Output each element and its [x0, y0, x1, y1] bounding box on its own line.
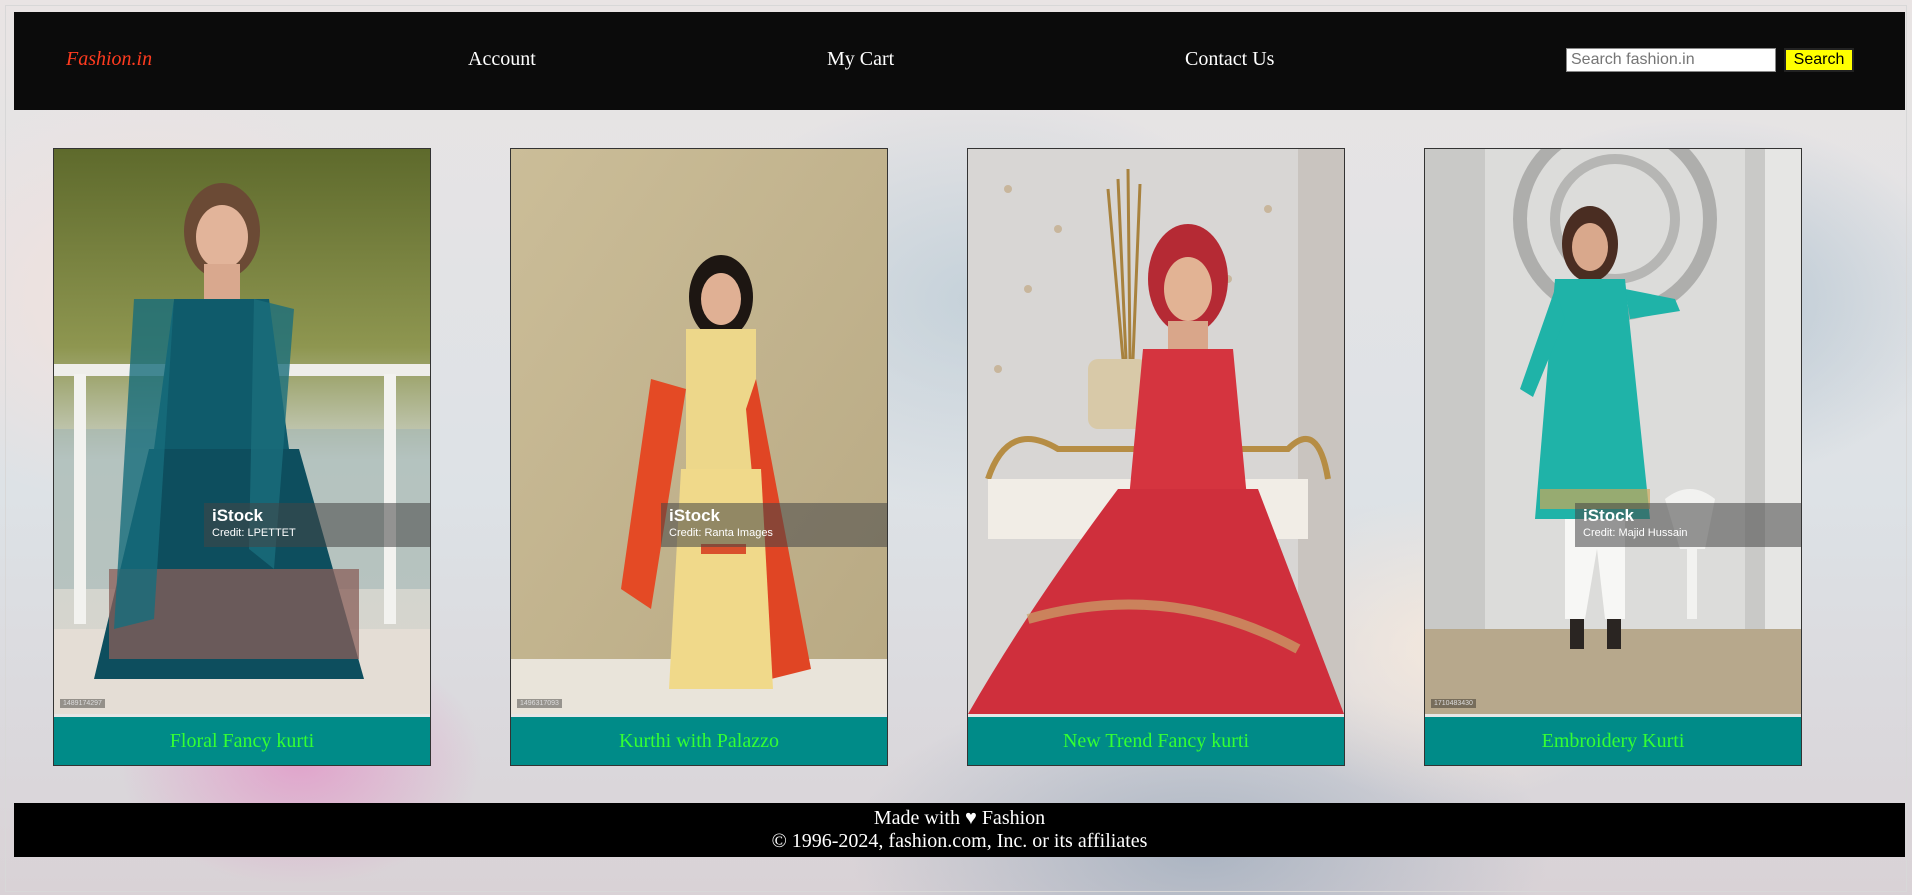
stock-id: 1496317093: [517, 699, 562, 708]
footer-copyright: © 1996-2024, fashion.com, Inc. or its af…: [771, 830, 1148, 852]
product-title[interactable]: New Trend Fancy kurti: [968, 717, 1344, 765]
search-button[interactable]: Search: [1784, 48, 1854, 72]
product-image-kurthi-palazzo[interactable]: iStock Credit: Ranta Images 1496317093: [511, 149, 887, 714]
watermark-brand: iStock: [212, 506, 264, 525]
product-card[interactable]: iStock Credit: Majid Hussain 1710483430 …: [1424, 148, 1802, 766]
watermark-credit: Credit: LPETTET: [212, 527, 296, 539]
product-title[interactable]: Kurthi with Palazzo: [511, 717, 887, 765]
site-logo[interactable]: Fashion.in: [66, 48, 152, 71]
product-card[interactable]: iStock Credit: LPETTET 1489174297 Floral…: [53, 148, 431, 766]
stock-id: 1489174297: [60, 699, 105, 708]
search-input[interactable]: [1566, 48, 1776, 72]
product-photo: [54, 149, 430, 714]
product-title[interactable]: Embroidery Kurti: [1425, 717, 1801, 765]
watermark-brand: iStock: [669, 506, 721, 525]
top-navbar: Fashion.in Account My Cart Contact Us Se…: [14, 12, 1905, 110]
page-footer: Made with ♥ Fashion © 1996-2024, fashion…: [14, 803, 1905, 857]
watermark-credit: Credit: Ranta Images: [669, 527, 773, 539]
image-watermark: iStock Credit: Ranta Images: [661, 503, 887, 547]
product-photo: [968, 149, 1344, 714]
nav-contact-link[interactable]: Contact Us: [1185, 48, 1274, 71]
nav-account-link[interactable]: Account: [468, 48, 536, 71]
image-watermark: iStock Credit: LPETTET: [204, 503, 430, 547]
watermark-brand: iStock: [1583, 506, 1635, 525]
footer-tagline: Made with ♥ Fashion: [873, 807, 1046, 829]
product-image-new-trend-kurti[interactable]: [968, 149, 1344, 714]
watermark-credit: Credit: Majid Hussain: [1583, 527, 1688, 539]
product-card[interactable]: iStock Credit: Ranta Images 1496317093 K…: [510, 148, 888, 766]
product-image-floral-kurti[interactable]: iStock Credit: LPETTET 1489174297: [54, 149, 430, 714]
product-card[interactable]: New Trend Fancy kurti: [967, 148, 1345, 766]
product-image-embroidery-kurti[interactable]: iStock Credit: Majid Hussain 1710483430: [1425, 149, 1801, 714]
product-photo: [1425, 149, 1801, 714]
nav-cart-link[interactable]: My Cart: [827, 48, 894, 71]
product-photo: [511, 149, 887, 714]
stock-id: 1710483430: [1431, 699, 1476, 708]
product-title[interactable]: Floral Fancy kurti: [54, 717, 430, 765]
image-watermark: iStock Credit: Majid Hussain: [1575, 503, 1801, 547]
